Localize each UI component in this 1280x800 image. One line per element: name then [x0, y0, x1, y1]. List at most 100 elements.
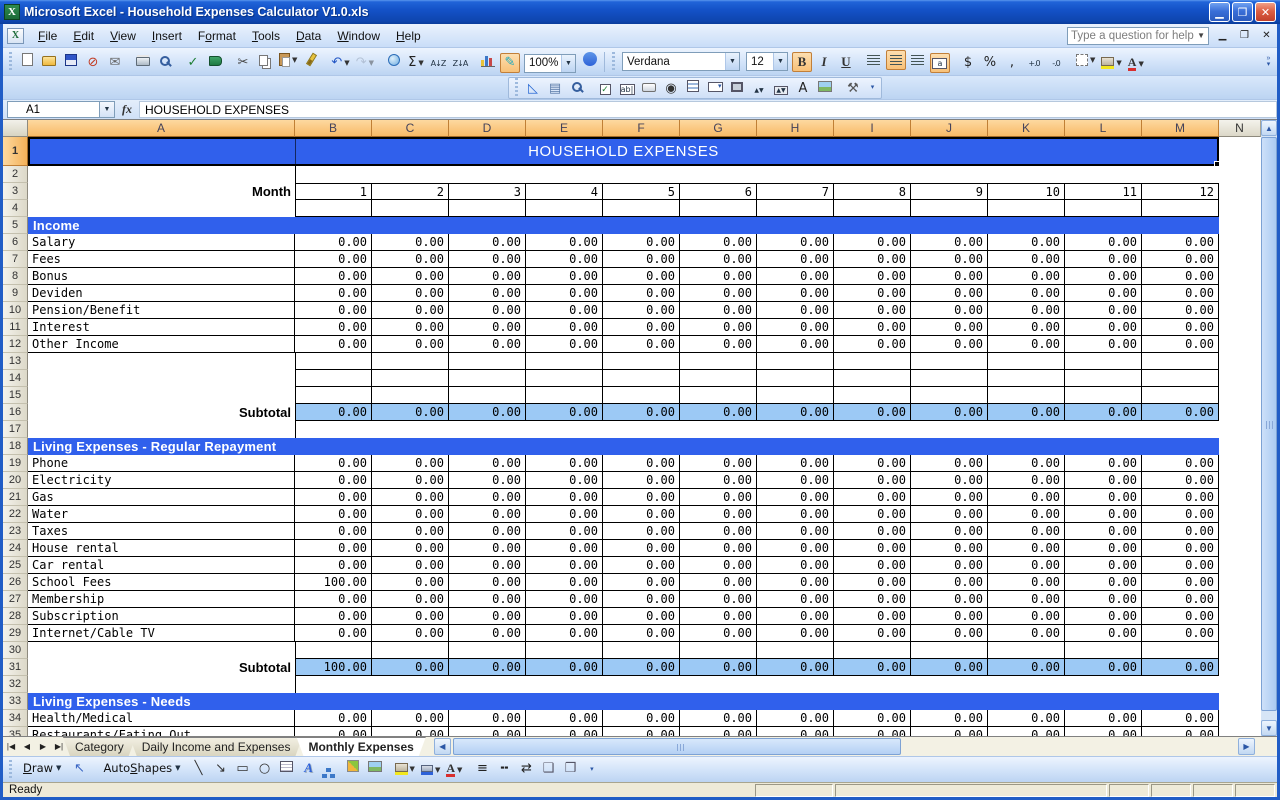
- cell-B26[interactable]: 100.00: [295, 574, 372, 591]
- cell-C12[interactable]: 0.00: [372, 336, 449, 353]
- cell-A25[interactable]: Car rental: [28, 557, 295, 574]
- cell-J24[interactable]: 0.00: [911, 540, 988, 557]
- cell-D6[interactable]: 0.00: [449, 234, 526, 251]
- cell-M31[interactable]: 0.00: [1142, 659, 1219, 676]
- drawing-button[interactable]: ✎: [500, 53, 520, 73]
- cell-A15[interactable]: [28, 387, 295, 404]
- cell-J26[interactable]: 0.00: [911, 574, 988, 591]
- row-header-17[interactable]: 17: [3, 421, 28, 438]
- row-header-27[interactable]: 27: [3, 591, 28, 608]
- font-name-combo[interactable]: Verdana ▼: [622, 52, 740, 71]
- cell-G9[interactable]: 0.00: [680, 285, 757, 302]
- cell-E9[interactable]: 0.00: [526, 285, 603, 302]
- cell-E24[interactable]: 0.00: [526, 540, 603, 557]
- cell-G30[interactable]: [680, 642, 757, 659]
- cell-B29[interactable]: 0.00: [295, 625, 372, 642]
- cell-B21[interactable]: 0.00: [295, 489, 372, 506]
- merge-and-center[interactable]: a: [930, 53, 950, 73]
- autosum-button[interactable]: Σ▼: [406, 53, 426, 73]
- cell-C21[interactable]: 0.00: [372, 489, 449, 506]
- cell-C20[interactable]: 0.00: [372, 472, 449, 489]
- cell-M6[interactable]: 0.00: [1142, 234, 1219, 251]
- cell-H26[interactable]: 0.00: [757, 574, 834, 591]
- cell-H27[interactable]: 0.00: [757, 591, 834, 608]
- cell-A12[interactable]: Other Income: [28, 336, 295, 353]
- row-header-6[interactable]: 6: [3, 234, 28, 251]
- dash-style[interactable]: ╍: [494, 759, 514, 779]
- cell-C8[interactable]: 0.00: [372, 268, 449, 285]
- cell-D19[interactable]: 0.00: [449, 455, 526, 472]
- cell-K28[interactable]: 0.00: [988, 608, 1065, 625]
- chevron-down-icon[interactable]: ▼: [292, 56, 297, 64]
- minimize-button[interactable]: ▁: [1209, 2, 1230, 22]
- cell-H9[interactable]: 0.00: [757, 285, 834, 302]
- cell-B6[interactable]: 0.00: [295, 234, 372, 251]
- column-header-H[interactable]: H: [757, 120, 834, 137]
- cell-A22[interactable]: Water: [28, 506, 295, 523]
- cell-E20[interactable]: 0.00: [526, 472, 603, 489]
- more-controls[interactable]: ⚒: [843, 78, 863, 98]
- cell-G16[interactable]: 0.00: [680, 404, 757, 421]
- row-header-21[interactable]: 21: [3, 489, 28, 506]
- cell-D26[interactable]: 0.00: [449, 574, 526, 591]
- cell-G22[interactable]: 0.00: [680, 506, 757, 523]
- cell-K7[interactable]: 0.00: [988, 251, 1065, 268]
- cell-J14[interactable]: [911, 370, 988, 387]
- cell-B24[interactable]: 0.00: [295, 540, 372, 557]
- cell-E3[interactable]: 4: [526, 183, 603, 200]
- horizontal-scrollbar[interactable]: ◀ ▶: [434, 737, 1277, 756]
- arrow-style[interactable]: ⇄: [516, 759, 536, 779]
- insert-hyperlink-button[interactable]: [384, 50, 404, 70]
- name-box[interactable]: A1: [7, 101, 99, 118]
- cell-F30[interactable]: [603, 642, 680, 659]
- text-box-control[interactable]: ab|: [617, 79, 637, 99]
- cell-B23[interactable]: 0.00: [295, 523, 372, 540]
- row-header-12[interactable]: 12: [3, 336, 28, 353]
- font-size-combo[interactable]: 12 ▼: [746, 52, 788, 71]
- percent-button[interactable]: %: [980, 52, 1000, 72]
- spin-button[interactable]: ▲▼: [749, 80, 769, 100]
- cell-I16[interactable]: 0.00: [834, 404, 911, 421]
- cell-L15[interactable]: [1065, 387, 1142, 404]
- cell-A3[interactable]: Month: [28, 183, 295, 200]
- cell-I7[interactable]: 0.00: [834, 251, 911, 268]
- cell-E26[interactable]: 0.00: [526, 574, 603, 591]
- insert-function-icon[interactable]: fx: [115, 102, 139, 117]
- cell-B11[interactable]: 0.00: [295, 319, 372, 336]
- autoshapes-menu[interactable]: AutoShapes▼: [97, 758, 186, 778]
- row-header-14[interactable]: 14: [3, 370, 28, 387]
- cell-I23[interactable]: 0.00: [834, 523, 911, 540]
- cell-C24[interactable]: 0.00: [372, 540, 449, 557]
- cell-D29[interactable]: 0.00: [449, 625, 526, 642]
- tab-next-button[interactable]: ▶: [35, 737, 51, 756]
- row-header-28[interactable]: 28: [3, 608, 28, 625]
- row-header-35[interactable]: 35: [3, 727, 28, 736]
- cell-D35[interactable]: 0.00: [449, 727, 526, 736]
- chevron-down-icon[interactable]: ▼: [369, 59, 374, 67]
- cell-G24[interactable]: 0.00: [680, 540, 757, 557]
- cell-L9[interactable]: 0.00: [1065, 285, 1142, 302]
- row-header-25[interactable]: 25: [3, 557, 28, 574]
- cell-G35[interactable]: 0.00: [680, 727, 757, 736]
- cell-L23[interactable]: 0.00: [1065, 523, 1142, 540]
- cell-M23[interactable]: 0.00: [1142, 523, 1219, 540]
- cell-C16[interactable]: 0.00: [372, 404, 449, 421]
- toolbar-grip[interactable]: [8, 52, 13, 72]
- comma-button[interactable]: ,: [1002, 52, 1022, 72]
- cell-I12[interactable]: 0.00: [834, 336, 911, 353]
- column-header-C[interactable]: C: [372, 120, 449, 137]
- cell-E10[interactable]: 0.00: [526, 302, 603, 319]
- scroll-up-icon[interactable]: ▲: [1261, 120, 1277, 136]
- cell-H23[interactable]: 0.00: [757, 523, 834, 540]
- cell-M7[interactable]: 0.00: [1142, 251, 1219, 268]
- font-color[interactable]: A▼: [444, 760, 464, 780]
- cell-M22[interactable]: 0.00: [1142, 506, 1219, 523]
- cell-K25[interactable]: 0.00: [988, 557, 1065, 574]
- cell-J34[interactable]: 0.00: [911, 710, 988, 727]
- cell-C31[interactable]: 0.00: [372, 659, 449, 676]
- cell-K13[interactable]: [988, 353, 1065, 370]
- cell-F15[interactable]: [603, 387, 680, 404]
- cell-K31[interactable]: 0.00: [988, 659, 1065, 676]
- cell-J10[interactable]: 0.00: [911, 302, 988, 319]
- toolbar-grip[interactable]: [611, 52, 616, 72]
